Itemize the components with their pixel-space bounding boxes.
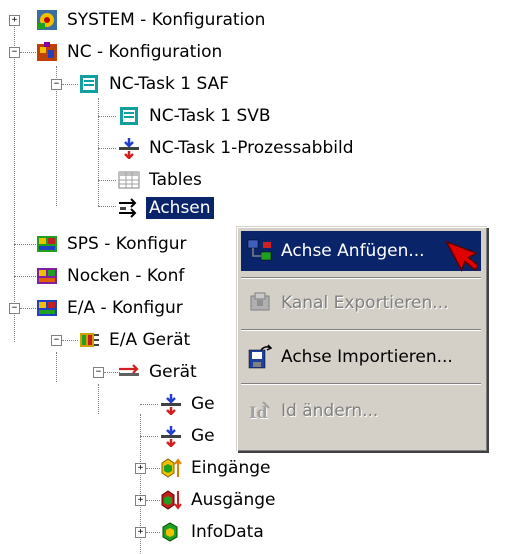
tree-line [14, 22, 15, 342]
expand-toggle-system[interactable]: + [9, 15, 20, 26]
device-icon [119, 364, 139, 376]
tree-line [20, 52, 36, 53]
tree-line [98, 206, 116, 207]
menu-item-change-id[interactable]: Id Id ändern... [241, 391, 481, 431]
tree-line [146, 468, 160, 469]
tree-item-io[interactable]: E/A - Konfigur [36, 293, 186, 323]
tree-item-eingaenge[interactable]: Eingänge [160, 453, 273, 483]
tree-line [146, 532, 160, 533]
tree-line [56, 352, 57, 382]
import-axis-icon [248, 344, 273, 369]
expand-toggle-nc-task[interactable]: − [51, 79, 62, 90]
process-image-icon [161, 426, 181, 447]
tree-item-label: InfoData [191, 522, 264, 542]
expand-toggle-geraet[interactable]: − [93, 367, 104, 378]
task-icon [80, 75, 98, 93]
menu-item-label: Achse Importieren... [281, 347, 453, 367]
mouse-cursor-icon [446, 240, 478, 272]
io-config-icon [37, 300, 57, 316]
expand-toggle-io[interactable]: − [9, 303, 20, 314]
export-channel-icon [250, 292, 270, 311]
menu-separator [241, 383, 481, 385]
tree-line [62, 84, 78, 85]
tree-item-label: E/A - Konfigur [67, 298, 183, 318]
menu-item-add-axis[interactable]: Achse Anfügen... [241, 231, 481, 271]
tree-item-tables[interactable]: Tables [118, 165, 205, 195]
expand-toggle-io-device[interactable]: − [51, 335, 62, 346]
tree-line [14, 244, 36, 245]
menu-item-export-channel[interactable]: Kanal Exportieren... [241, 283, 481, 323]
tree-item-label: NC-Task 1 SVB [149, 106, 271, 126]
tree-line [98, 180, 116, 181]
process-image-icon [161, 394, 181, 415]
add-axis-icon [247, 239, 272, 261]
tree-line [98, 98, 99, 206]
nc-config-icon [37, 42, 57, 61]
tree-item-label: E/A Gerät [109, 330, 191, 350]
tree-line [146, 500, 160, 501]
menu-separator [241, 329, 481, 331]
menu-item-label: Kanal Exportieren... [281, 293, 449, 313]
expand-toggle-nc[interactable]: − [9, 47, 20, 58]
process-image-icon [119, 138, 139, 159]
outputs-icon [161, 490, 182, 510]
tree-item-system[interactable]: SYSTEM - Konfiguration [36, 5, 268, 35]
tree-item-label: Ge [191, 394, 215, 414]
tree-item-ge-1[interactable]: Ge [160, 389, 218, 419]
tree-item-label: Ge [191, 426, 215, 446]
expand-toggle-eingaenge[interactable]: + [135, 463, 146, 474]
tree-item-label: Ausgänge [191, 490, 276, 510]
tree-line [62, 340, 78, 341]
tree-item-label: NC - Konfiguration [67, 42, 223, 62]
tree-item-label: Tables [149, 170, 202, 190]
io-device-icon [80, 333, 99, 347]
tree-item-nc-task-svb[interactable]: NC-Task 1 SVB [118, 101, 274, 131]
menu-item-label: Id ändern... [281, 401, 379, 421]
system-config-icon [37, 10, 57, 30]
info-data-icon [162, 522, 178, 542]
tree-item-infodata[interactable]: InfoData [160, 517, 267, 547]
tree-item-nc-task-saf[interactable]: NC-Task 1 SAF [78, 69, 232, 99]
tree-item-achsen[interactable]: Achsen [118, 193, 214, 223]
tree-item-label: NC-Task 1-Prozessabbild [149, 138, 354, 158]
tree-line [98, 116, 116, 117]
tree-item-label: Gerät [149, 362, 197, 382]
tree-line [20, 308, 36, 309]
cam-config-icon [37, 268, 57, 284]
table-icon [118, 171, 140, 189]
change-id-icon: Id [249, 401, 270, 422]
plc-config-icon [37, 236, 57, 252]
tree-item-io-device[interactable]: E/A Gerät [78, 325, 193, 355]
tree-item-label: Achsen [146, 197, 214, 219]
tree-line [98, 384, 99, 414]
inputs-icon [161, 458, 182, 478]
tree-item-ge-2[interactable]: Ge [160, 421, 218, 451]
tree-item-label: Eingänge [191, 458, 271, 478]
tree-item-ausgaenge[interactable]: Ausgänge [160, 485, 279, 515]
tree-item-label: SYSTEM - Konfiguration [67, 10, 266, 30]
menu-item-label: Achse Anfügen... [281, 241, 425, 261]
menu-separator [241, 277, 481, 279]
menu-item-import-axis[interactable]: Achse Importieren... [241, 337, 481, 377]
tree-item-geraet[interactable]: Gerät [118, 357, 200, 387]
expand-toggle-infodata[interactable]: + [135, 527, 146, 538]
tree-item-label: Nocken - Konf [67, 266, 185, 286]
axes-icon [119, 198, 137, 218]
expand-toggle-ausgaenge[interactable]: + [135, 495, 146, 506]
tree-item-nocken[interactable]: Nocken - Konf [36, 261, 187, 291]
tree-line [98, 148, 116, 149]
tree-item-label: SPS - Konfigur [67, 234, 187, 254]
tree-item-label: NC-Task 1 SAF [109, 74, 229, 94]
tree-item-nc[interactable]: NC - Konfiguration [36, 37, 225, 67]
tree-line [14, 276, 36, 277]
task-icon [120, 107, 138, 125]
svg-text:Id: Id [249, 403, 268, 422]
tree-item-sps[interactable]: SPS - Konfigur [36, 229, 190, 259]
tree-line [140, 436, 158, 437]
tree-line [140, 404, 158, 405]
tree-item-process-image[interactable]: NC-Task 1-Prozessabbild [118, 133, 357, 163]
